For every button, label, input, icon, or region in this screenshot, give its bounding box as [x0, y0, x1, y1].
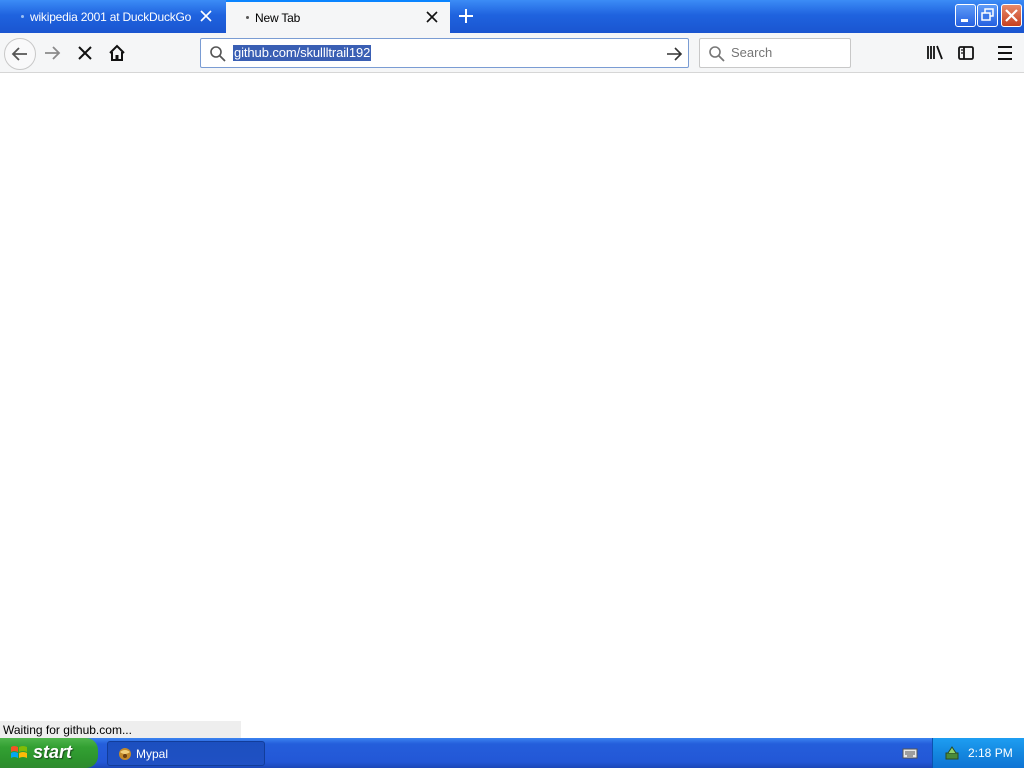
stop-icon[interactable]	[70, 38, 100, 68]
network-icon[interactable]	[943, 744, 961, 762]
url-text[interactable]: github.com/skullltrail192	[233, 45, 372, 61]
search-icon	[210, 46, 226, 62]
taskbar: start Mypal 2:18 PM	[0, 738, 1024, 768]
forward-arrow-icon[interactable]	[38, 38, 68, 68]
start-button[interactable]: start	[0, 738, 98, 768]
close-icon[interactable]	[198, 8, 214, 24]
status-text: Waiting for github.com...	[0, 721, 241, 738]
start-label: start	[33, 742, 73, 762]
tab-title: New Tab	[255, 11, 301, 25]
close-window-button[interactable]	[1001, 4, 1022, 27]
restore-button[interactable]	[977, 4, 998, 27]
taskbar-item-mypal[interactable]: Mypal	[107, 741, 265, 766]
go-arrow-icon[interactable]	[665, 45, 683, 63]
taskbar-item-label: Mypal	[136, 747, 169, 761]
tab-favicon	[21, 15, 24, 18]
back-arrow-icon	[11, 47, 27, 61]
windows-logo-icon	[11, 746, 27, 758]
keyboard-icon[interactable]	[902, 746, 918, 760]
home-icon[interactable]	[102, 38, 132, 68]
tab-favicon	[246, 16, 249, 19]
clock: 2:18 PM	[968, 746, 1013, 760]
new-tab-icon[interactable]	[456, 6, 476, 26]
back-button[interactable]	[4, 38, 36, 70]
sidebar-icon[interactable]	[951, 38, 981, 68]
tab-duckduckgo[interactable]: wikipedia 2001 at DuckDuckGo	[0, 0, 226, 33]
title-bar: wikipedia 2001 at DuckDuckGo New Tab	[0, 0, 1024, 33]
search-input[interactable]	[731, 45, 843, 60]
navigation-toolbar: github.com/skullltrail192	[0, 33, 1024, 73]
minimize-icon	[961, 19, 968, 22]
page-content	[0, 73, 1024, 721]
tab-new-tab[interactable]: New Tab	[226, 0, 450, 33]
close-icon[interactable]	[424, 9, 440, 25]
search-icon	[709, 46, 725, 62]
minimize-button[interactable]	[955, 4, 976, 27]
mypal-icon	[119, 748, 131, 760]
restore-icon	[981, 8, 994, 21]
url-bar[interactable]: github.com/skullltrail192	[200, 38, 689, 68]
tab-title: wikipedia 2001 at DuckDuckGo	[30, 10, 192, 24]
close-icon	[1005, 9, 1018, 22]
hamburger-menu-icon[interactable]	[990, 38, 1020, 68]
search-bar[interactable]	[699, 38, 851, 68]
system-tray: 2:18 PM	[932, 738, 1024, 768]
library-icon[interactable]	[920, 38, 950, 68]
